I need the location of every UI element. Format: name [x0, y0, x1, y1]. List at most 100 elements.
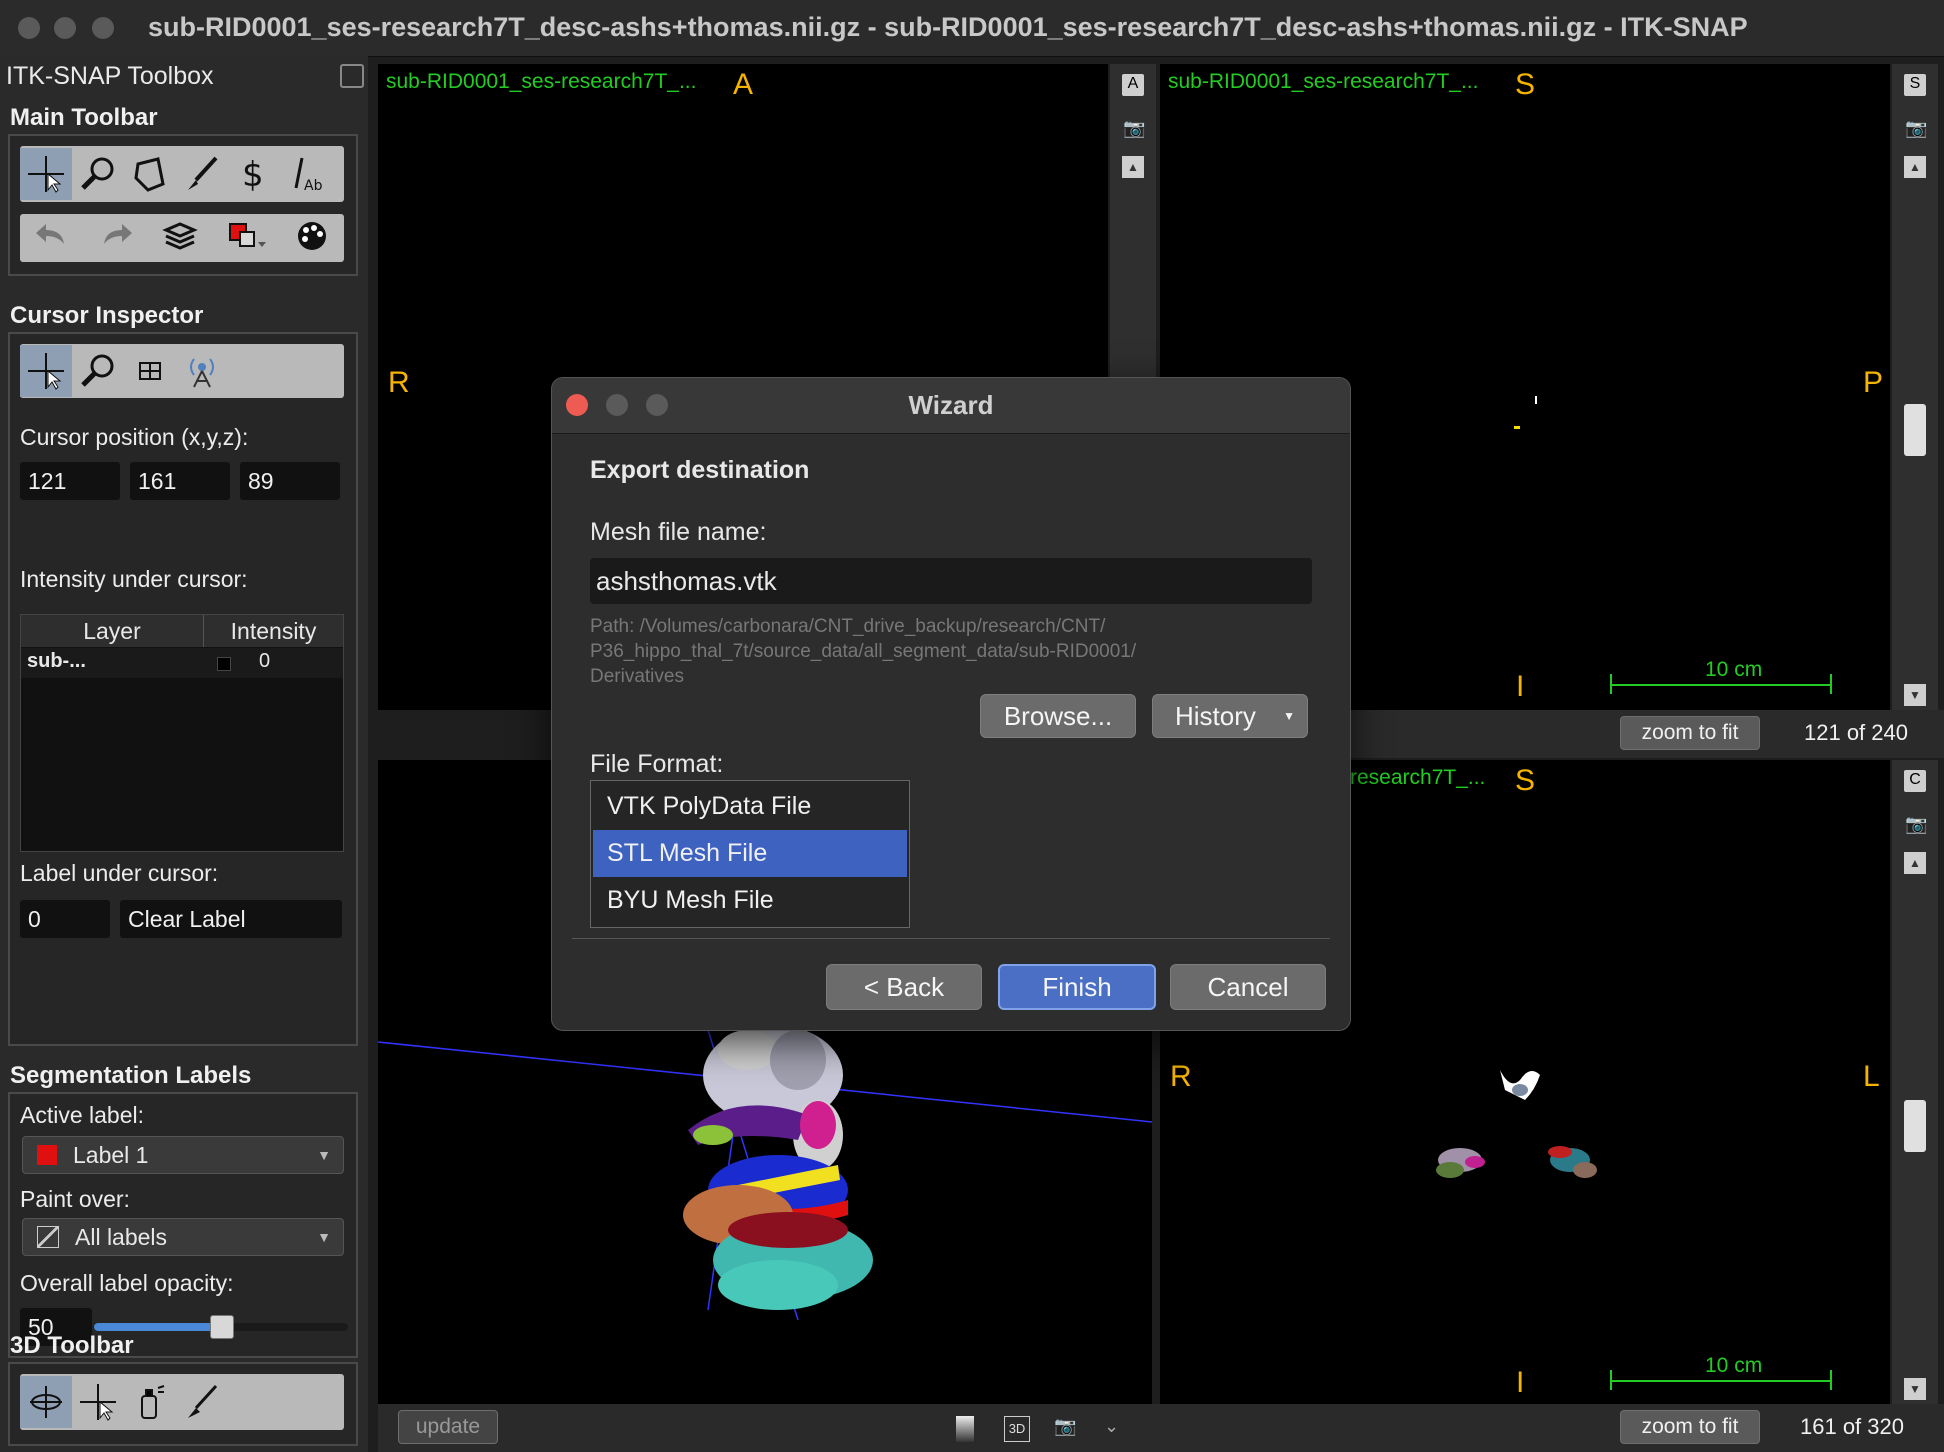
camera-icon[interactable]: 📷 [1054, 1416, 1076, 1437]
minimize-window-button[interactable] [54, 17, 76, 39]
sagittal-speck [1514, 426, 1520, 429]
three-d-view-button[interactable]: 3D [1004, 1416, 1030, 1442]
zoom-tool-icon[interactable] [72, 148, 124, 200]
wizard-title: Wizard [908, 390, 994, 420]
file-format-label: File Format: [590, 750, 724, 778]
mesh-file-name-label: Mesh file name: [590, 518, 767, 546]
intensity-label: Intensity under cursor: [20, 566, 248, 592]
chevron-down-icon[interactable]: ⌄ [1104, 1416, 1119, 1437]
annotation-tool-icon[interactable]: Ab [280, 148, 332, 200]
opacity-slider-handle[interactable] [210, 1315, 234, 1339]
svg-text:Ab: Ab [304, 178, 323, 194]
mesh-file-name-input[interactable]: ashsthomas.vtk [590, 558, 1312, 604]
polygon-tool-icon[interactable] [124, 148, 176, 200]
axial-layout-button[interactable]: A [1122, 74, 1144, 96]
undock-icon[interactable] [340, 64, 364, 88]
toolbox-panel: ITK-SNAP Toolbox Main Toolbar $ Ab Curso… [0, 56, 368, 1452]
window-title-bar: sub-RID0001_ses-research7T_desc-ashs+tho… [0, 0, 1944, 57]
crosshair-mode-icon[interactable] [20, 345, 72, 397]
dialog-divider [572, 938, 1330, 939]
main-toolbar-panel: $ Ab [8, 134, 358, 276]
sagittal-zoom-to-fit-button[interactable]: zoom to fit [1620, 716, 1760, 750]
crosshair-tool-icon[interactable] [20, 148, 72, 200]
layout-grid-icon[interactable] [124, 345, 176, 397]
toolbar-3d-row [20, 1374, 344, 1430]
format-option-byu[interactable]: BYU Mesh File [593, 877, 907, 924]
coronal-zoom-to-fit-button[interactable]: zoom to fit [1620, 1410, 1760, 1444]
chevron-down-icon: ▼ [317, 1229, 331, 1245]
cancel-button[interactable]: Cancel [1170, 964, 1326, 1010]
sagittal-layout-button[interactable]: S [1904, 74, 1926, 96]
zoom-mode-icon[interactable] [72, 345, 124, 397]
cursor-x-field[interactable]: 121 [20, 462, 120, 500]
rotate-3d-icon[interactable] [20, 1376, 72, 1428]
active-label-caption: Active label: [20, 1102, 145, 1128]
intensity-table: Layer Intensity sub-... 0 [20, 614, 344, 852]
coronal-scroll-thumb[interactable] [1904, 1100, 1926, 1152]
sagittal-scroll-thumb[interactable] [1904, 404, 1926, 456]
label-under-cursor-value: 0 [20, 900, 110, 938]
column-header-intensity[interactable]: Intensity [204, 615, 343, 647]
coronal-scale-label: 10 cm [1705, 1354, 1763, 1377]
crosshair-3d-icon[interactable] [72, 1376, 124, 1428]
camera-icon[interactable]: 📷 [1905, 118, 1927, 139]
cursor-y-field[interactable]: 161 [130, 462, 230, 500]
axial-layer-name: sub-RID0001_ses-research7T_... [386, 70, 697, 93]
scroll-up-icon[interactable]: ▲ [1904, 156, 1926, 178]
sagittal-layer-name: sub-RID0001_ses-research7T_... [1168, 70, 1479, 93]
layers-icon[interactable] [160, 218, 200, 259]
paintbrush-tool-icon[interactable] [176, 148, 228, 200]
scale-tick [1610, 674, 1612, 694]
palette-icon[interactable] [292, 218, 332, 259]
wizard-section-title: Export destination [590, 456, 810, 484]
cursor-inspector-panel: Cursor position (x,y,z): 121 161 89 Inte… [8, 332, 358, 1046]
coronal-side-toolbar: C 📷 ▲ ▼ [1892, 760, 1938, 1404]
scroll-up-icon[interactable]: ▲ [1904, 852, 1926, 874]
camera-icon[interactable]: 📷 [1123, 118, 1145, 139]
scroll-up-icon[interactable]: ▲ [1122, 156, 1144, 178]
sagittal-speck [1535, 396, 1537, 404]
wizard-dialog: Wizard Export destination Mesh file name… [551, 377, 1351, 1031]
depth-icon[interactable] [956, 1416, 974, 1442]
export-path-line: Path: /Volumes/carbonara/CNT_drive_backu… [590, 616, 1106, 637]
close-window-button[interactable] [18, 17, 40, 39]
all-labels-swatch [37, 1226, 59, 1248]
active-label-dropdown[interactable]: Label 1 ▼ [22, 1136, 344, 1174]
table-row[interactable]: sub-... 0 [21, 648, 343, 678]
scroll-down-icon[interactable]: ▼ [1904, 684, 1926, 706]
format-option-vtk[interactable]: VTK PolyData File [593, 783, 907, 830]
sync-broadcast-icon[interactable] [176, 345, 228, 397]
cursor-z-field[interactable]: 89 [240, 462, 340, 500]
column-header-layer[interactable]: Layer [21, 615, 204, 647]
history-button[interactable]: History ▼ [1152, 694, 1308, 738]
window-title: sub-RID0001_ses-research7T_desc-ashs+tho… [148, 12, 1748, 42]
browse-button[interactable]: Browse... [980, 694, 1136, 738]
zoom-window-button[interactable] [92, 17, 114, 39]
opacity-caption: Overall label opacity: [20, 1270, 234, 1296]
back-button[interactable]: < Back [826, 964, 982, 1010]
wizard-title-bar: Wizard [552, 378, 1350, 434]
chevron-down-icon: ▼ [1283, 709, 1295, 723]
coronal-scale-bar [1610, 1380, 1832, 1382]
update-button[interactable]: update [398, 1410, 498, 1444]
label-color-swatch [37, 1145, 57, 1165]
row-intensity-cell: 0 [259, 650, 271, 672]
toolbar-3d-header: 3D Toolbar [10, 1332, 134, 1359]
undo-icon[interactable] [32, 218, 72, 259]
main-toolbar-row1: $ Ab [20, 146, 344, 202]
finish-button[interactable]: Finish [998, 964, 1156, 1010]
main-toolbar-header: Main Toolbar [10, 104, 158, 131]
coronal-orientation-top: S [1515, 764, 1536, 797]
scalpel-icon[interactable] [176, 1376, 228, 1428]
spray-paint-icon[interactable] [124, 1376, 176, 1428]
format-option-stl[interactable]: STL Mesh File [593, 830, 907, 877]
snake-tool-icon[interactable]: $ [228, 148, 280, 200]
coronal-orientation-left: R [1170, 1060, 1192, 1093]
redo-icon[interactable] [96, 218, 136, 259]
coronal-layout-button[interactable]: C [1904, 770, 1926, 792]
opacity-slider[interactable] [94, 1315, 348, 1339]
scroll-down-icon[interactable]: ▼ [1904, 1378, 1926, 1400]
camera-icon[interactable]: 📷 [1905, 814, 1927, 835]
label-color-icon[interactable] [224, 218, 268, 259]
paint-over-dropdown[interactable]: All labels ▼ [22, 1218, 344, 1256]
